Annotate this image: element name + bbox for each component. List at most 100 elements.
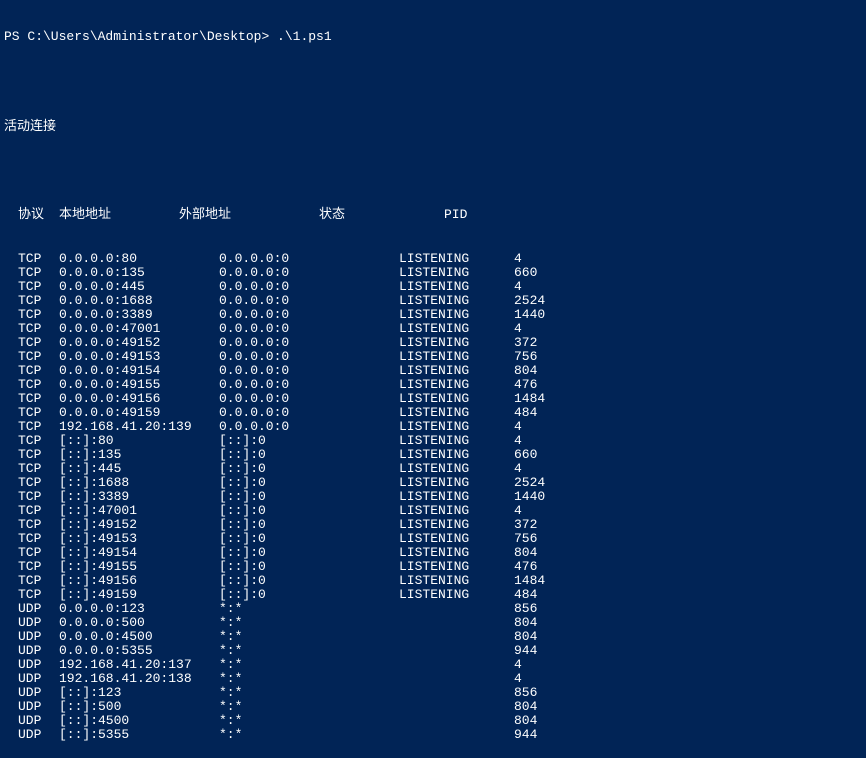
cell-local: 0.0.0.0:49153 bbox=[59, 350, 219, 364]
cell-state bbox=[399, 686, 514, 700]
cell-state bbox=[399, 700, 514, 714]
cell-state: LISTENING bbox=[399, 518, 514, 532]
netstat-row: TCP0.0.0.0:470010.0.0.0:0LISTENING4 bbox=[4, 322, 862, 336]
cell-proto: UDP bbox=[4, 728, 59, 742]
netstat-row: UDP0.0.0.0:5355*:*944 bbox=[4, 644, 862, 658]
cell-pid: 804 bbox=[514, 630, 594, 644]
netstat-row: TCP[::]:47001[::]:0LISTENING4 bbox=[4, 504, 862, 518]
cell-pid: 804 bbox=[514, 616, 594, 630]
cell-local: 0.0.0.0:500 bbox=[59, 616, 219, 630]
cell-local: 0.0.0.0:4500 bbox=[59, 630, 219, 644]
cell-local: [::]:49153 bbox=[59, 532, 219, 546]
cell-foreign: [::]:0 bbox=[219, 588, 399, 602]
cell-local: 0.0.0.0:445 bbox=[59, 280, 219, 294]
header-proto: 协议 bbox=[4, 208, 59, 222]
cell-foreign: 0.0.0.0:0 bbox=[219, 420, 399, 434]
cell-state: LISTENING bbox=[399, 560, 514, 574]
cell-local: 192.168.41.20:137 bbox=[59, 658, 219, 672]
cell-proto: UDP bbox=[4, 672, 59, 686]
cell-local: 0.0.0.0:49156 bbox=[59, 392, 219, 406]
cell-state: LISTENING bbox=[399, 350, 514, 364]
cell-local: [::]:49154 bbox=[59, 546, 219, 560]
cell-state: LISTENING bbox=[399, 364, 514, 378]
cell-pid: 756 bbox=[514, 350, 594, 364]
cell-foreign: [::]:0 bbox=[219, 490, 399, 504]
cell-pid: 4 bbox=[514, 420, 594, 434]
cell-pid: 660 bbox=[514, 448, 594, 462]
netstat-row: TCP[::]:445[::]:0LISTENING4 bbox=[4, 462, 862, 476]
cell-pid: 756 bbox=[514, 532, 594, 546]
netstat-row: UDP[::]:123*:*856 bbox=[4, 686, 862, 700]
cell-foreign: *:* bbox=[219, 616, 399, 630]
cell-state: LISTENING bbox=[399, 294, 514, 308]
netstat-row: TCP0.0.0.0:491560.0.0.0:0LISTENING1484 bbox=[4, 392, 862, 406]
cell-state: LISTENING bbox=[399, 336, 514, 350]
cell-pid: 660 bbox=[514, 266, 594, 280]
blank-line bbox=[4, 74, 862, 88]
cell-proto: UDP bbox=[4, 714, 59, 728]
cell-proto: UDP bbox=[4, 602, 59, 616]
cell-proto: TCP bbox=[4, 574, 59, 588]
cell-foreign: *:* bbox=[219, 686, 399, 700]
netstat-row: TCP0.0.0.0:4450.0.0.0:0LISTENING4 bbox=[4, 280, 862, 294]
cell-local: [::]:3389 bbox=[59, 490, 219, 504]
cell-proto: UDP bbox=[4, 644, 59, 658]
cell-proto: TCP bbox=[4, 336, 59, 350]
cell-proto: TCP bbox=[4, 364, 59, 378]
netstat-row: UDP0.0.0.0:123*:*856 bbox=[4, 602, 862, 616]
cell-pid: 856 bbox=[514, 602, 594, 616]
cell-local: [::]:49159 bbox=[59, 588, 219, 602]
cell-foreign: [::]:0 bbox=[219, 462, 399, 476]
cell-foreign: [::]:0 bbox=[219, 518, 399, 532]
cell-foreign: [::]:0 bbox=[219, 476, 399, 490]
netstat-row: TCP[::]:135[::]:0LISTENING660 bbox=[4, 448, 862, 462]
cell-pid: 804 bbox=[514, 546, 594, 560]
cell-state: LISTENING bbox=[399, 322, 514, 336]
cell-pid: 484 bbox=[514, 588, 594, 602]
netstat-row: TCP[::]:49159[::]:0LISTENING484 bbox=[4, 588, 862, 602]
cell-state: LISTENING bbox=[399, 392, 514, 406]
cell-state: LISTENING bbox=[399, 588, 514, 602]
powershell-terminal[interactable]: PS C:\Users\Administrator\Desktop> .\1.p… bbox=[0, 0, 866, 758]
cell-proto: TCP bbox=[4, 588, 59, 602]
netstat-row: TCP0.0.0.0:491530.0.0.0:0LISTENING756 bbox=[4, 350, 862, 364]
netstat-row: TCP[::]:49154[::]:0LISTENING804 bbox=[4, 546, 862, 560]
cell-foreign: [::]:0 bbox=[219, 434, 399, 448]
cell-proto: TCP bbox=[4, 490, 59, 504]
cell-state bbox=[399, 672, 514, 686]
cell-state: LISTENING bbox=[399, 378, 514, 392]
cell-pid: 1484 bbox=[514, 574, 594, 588]
cell-local: [::]:445 bbox=[59, 462, 219, 476]
cell-local: 192.168.41.20:139 bbox=[59, 420, 219, 434]
cell-local: 192.168.41.20:138 bbox=[59, 672, 219, 686]
cell-local: [::]:1688 bbox=[59, 476, 219, 490]
netstat-row: TCP0.0.0.0:491590.0.0.0:0LISTENING484 bbox=[4, 406, 862, 420]
cell-pid: 4 bbox=[514, 322, 594, 336]
cell-pid: 804 bbox=[514, 364, 594, 378]
cell-state: LISTENING bbox=[399, 574, 514, 588]
cell-state: LISTENING bbox=[399, 448, 514, 462]
cell-state bbox=[399, 630, 514, 644]
cell-foreign: [::]:0 bbox=[219, 532, 399, 546]
cell-pid: 1484 bbox=[514, 392, 594, 406]
netstat-row: TCP0.0.0.0:33890.0.0.0:0LISTENING1440 bbox=[4, 308, 862, 322]
cell-state: LISTENING bbox=[399, 546, 514, 560]
header-foreign: 外部地址 bbox=[179, 208, 319, 222]
cell-foreign: *:* bbox=[219, 728, 399, 742]
cell-foreign: 0.0.0.0:0 bbox=[219, 266, 399, 280]
cell-state: LISTENING bbox=[399, 266, 514, 280]
cell-pid: 4 bbox=[514, 672, 594, 686]
cell-proto: TCP bbox=[4, 420, 59, 434]
cell-proto: TCP bbox=[4, 546, 59, 560]
cell-local: [::]:49156 bbox=[59, 574, 219, 588]
netstat-header: 协议 本地地址 外部地址 状态 PID bbox=[4, 208, 862, 222]
netstat-row: TCP[::]:49153[::]:0LISTENING756 bbox=[4, 532, 862, 546]
netstat-row: UDP[::]:500*:*804 bbox=[4, 700, 862, 714]
cell-proto: TCP bbox=[4, 252, 59, 266]
netstat-row: TCP[::]:49155[::]:0LISTENING476 bbox=[4, 560, 862, 574]
cell-pid: 804 bbox=[514, 700, 594, 714]
cell-pid: 2524 bbox=[514, 476, 594, 490]
cell-foreign: 0.0.0.0:0 bbox=[219, 294, 399, 308]
cell-pid: 4 bbox=[514, 252, 594, 266]
cell-proto: TCP bbox=[4, 378, 59, 392]
